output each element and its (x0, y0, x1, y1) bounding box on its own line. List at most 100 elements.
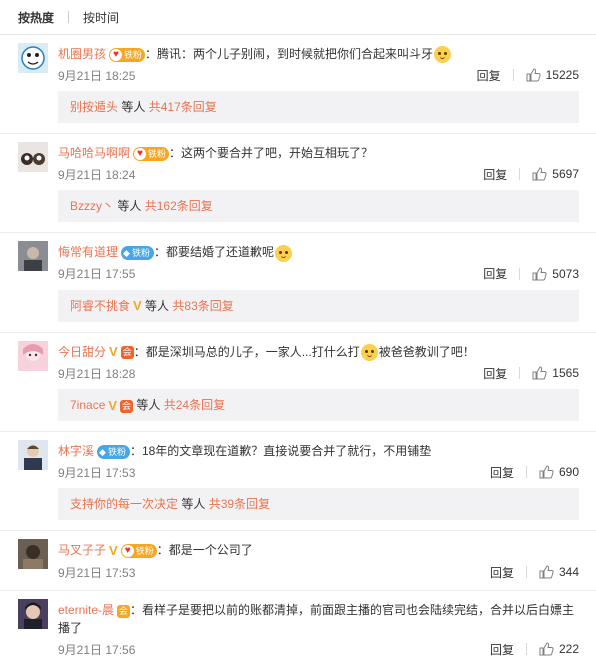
thumbs-up-icon (539, 642, 554, 656)
reply-summary[interactable]: 别按遁头 等人 共417条回复 (58, 91, 579, 124)
diamond-icon: ◆ (99, 447, 106, 458)
reply-button[interactable]: 回复 (490, 564, 514, 581)
like-button[interactable]: 690 (539, 465, 579, 479)
comment-text: 悔常有道理 ◆ 铁粉 ：都要结婚了还道歉呢 (58, 233, 579, 262)
timestamp: 9月21日 17:53 (58, 465, 136, 480)
verified-v-icon: V (108, 398, 118, 414)
reply-username[interactable]: 7inace (70, 398, 105, 412)
sort-by-hot[interactable]: 按热度 (18, 9, 54, 26)
reply-button[interactable]: 回复 (483, 265, 507, 282)
fan-badge[interactable]: ♥ 铁粉 (109, 47, 146, 62)
username[interactable]: eternite-晨 (58, 603, 114, 617)
comment-text: 马哈哈马啊啊 ♥ 铁粉 ：这两个要合并了吧，开始互相玩了？ (58, 134, 579, 162)
thumbs-up-icon (532, 167, 547, 181)
action-divider (525, 466, 527, 479)
like-button[interactable]: 5073 (532, 267, 579, 281)
timestamp: 9月21日 17:56 (58, 642, 136, 657)
like-button[interactable]: 5697 (532, 167, 579, 181)
comment-text: 林字溪 ◆ 铁粉 ：18年的文章现在道歉？直接说要合并了就行，不用铺垫 (58, 432, 579, 460)
comment-item: 马叉子子 V ♥ 铁粉 ：都是一个公司了 9月21日 17:53 回复 344 (0, 531, 596, 592)
like-button[interactable]: 222 (539, 642, 579, 656)
like-count: 222 (558, 642, 579, 657)
comment-actions: 回复 5697 (483, 166, 579, 183)
fan-badge[interactable]: ♥ 铁粉 (133, 147, 170, 162)
comment-item: 机圈男孩 ♥ 铁粉 ：腾讯：两个儿子别闹，到时候就把你们合起来叫斗牙 9月21日 18… (0, 35, 596, 135)
reply-count-link[interactable]: 共417条回复 (149, 100, 217, 114)
etc-label: 等人 (145, 298, 170, 313)
reply-summary[interactable]: Bzzzy丶 等人 共162条回复 (58, 190, 579, 223)
username[interactable]: 马哈哈马啊啊 (58, 146, 130, 160)
username[interactable]: 机圈男孩 (58, 47, 106, 61)
fan-badge[interactable]: ♥ 铁粉 (120, 544, 157, 559)
comment-meta: 9月21日 18:24 回复 5697 (58, 162, 579, 186)
thumbs-up-icon (532, 267, 547, 281)
username[interactable]: 悔常有道理 (58, 245, 118, 259)
fan-badge-label: 铁粉 (148, 149, 167, 160)
like-count: 344 (558, 565, 579, 580)
comment-meta: 9月21日 17:55 回复 5073 (58, 262, 579, 286)
avatar[interactable] (18, 599, 48, 630)
reply-count-link[interactable]: 共39条回复 (209, 497, 270, 511)
reply-count-link[interactable]: 共24条回复 (164, 398, 225, 412)
comment-text: 马叉子子 V ♥ 铁粉 ：都是一个公司了 (58, 531, 579, 560)
comment-meta: 9月21日 18:28 回复 1565 (58, 361, 579, 385)
etc-label: 等人 (136, 398, 161, 413)
reply-username[interactable]: Bzzzy丶 (70, 199, 114, 213)
sort-divider (68, 11, 70, 23)
timestamp: 9月21日 18:28 (58, 366, 136, 381)
thumbs-up-icon (539, 565, 554, 579)
like-count: 15225 (545, 68, 579, 83)
reply-count-link[interactable]: 共162条回复 (145, 199, 213, 213)
comment-item: 林字溪 ◆ 铁粉 ：18年的文章现在道歉？直接说要合并了就行，不用铺垫 9月21日 1… (0, 432, 596, 532)
reply-summary[interactable]: 阿睿不挑食 V 等人 共83条回复 (58, 289, 579, 322)
like-button[interactable]: 1565 (532, 366, 579, 380)
reply-button[interactable]: 回复 (483, 365, 507, 382)
comment-item: 今日甜分 V 会：都是深圳马总的儿子，一家人...打什么打 被爸爸教训了吧！ 9月21… (0, 333, 596, 433)
comment-content: ：看样子是要把以前的账都清掉，前面跟主播的官司也会陆续完结，合并以后白嫖主播了 (58, 603, 575, 636)
heart-icon: ♥ (110, 48, 123, 61)
reply-button[interactable]: 回复 (490, 641, 514, 658)
cute-emoji-icon (360, 343, 378, 361)
timestamp: 9月21日 18:25 (58, 68, 136, 83)
comment-text: eternite-晨会：看样子是要把以前的账都清掉，前面跟主播的官司也会陆续完结… (58, 591, 579, 637)
heart-icon: ♥ (121, 545, 134, 558)
fan-badge[interactable]: ◆ 铁粉 (97, 445, 130, 460)
avatar[interactable] (18, 539, 48, 570)
timestamp: 9月21日 17:55 (58, 267, 136, 282)
reply-username[interactable]: 支持你的每一次决定 (70, 497, 178, 511)
sort-by-time[interactable]: 按时间 (83, 9, 119, 26)
avatar[interactable] (18, 241, 48, 272)
reply-button[interactable]: 回复 (483, 166, 507, 183)
reply-summary[interactable]: 支持你的每一次决定 等人 共39条回复 (58, 488, 579, 521)
comment-meta: 9月21日 18:25 回复 15225 (58, 63, 579, 87)
like-button[interactable]: 15225 (526, 68, 579, 82)
reply-button[interactable]: 回复 (490, 464, 514, 481)
reply-button[interactable]: 回复 (477, 67, 501, 84)
timestamp: 9月21日 18:24 (58, 167, 136, 182)
fan-badge-label: 铁粉 (124, 49, 143, 60)
reply-count-link[interactable]: 共83条回复 (172, 299, 233, 313)
reply-username[interactable]: 别按遁头 (70, 100, 118, 114)
username[interactable]: 马叉子子 (58, 543, 106, 557)
reply-username[interactable]: 阿睿不挑食 (70, 299, 130, 313)
comment-actions: 回复 1565 (483, 365, 579, 382)
avatar[interactable] (18, 142, 48, 173)
verified-v-icon: V (109, 543, 118, 559)
avatar[interactable] (18, 43, 48, 73)
fan-badge[interactable]: ◆ 铁粉 (121, 246, 154, 261)
comment-actions: 回复 344 (490, 564, 579, 581)
cute-emoji-icon (434, 46, 452, 64)
comment-actions: 回复 222 (490, 641, 579, 658)
username[interactable]: 林字溪 (58, 444, 94, 458)
verified-v-icon: V (133, 298, 142, 314)
avatar[interactable] (18, 440, 48, 471)
comment-actions: 回复 5073 (483, 265, 579, 282)
comment-content: ：都是一个公司了 (156, 543, 253, 558)
username[interactable]: 今日甜分 (58, 345, 106, 359)
comment-content: ：都要结婚了还道歉呢 (153, 245, 274, 260)
avatar[interactable] (18, 340, 48, 371)
member-icon: 会 (117, 604, 131, 618)
thumbs-up-icon (526, 68, 541, 82)
like-button[interactable]: 344 (539, 565, 579, 579)
reply-summary[interactable]: 7inace V 会 等人 共24条回复 (58, 389, 579, 422)
